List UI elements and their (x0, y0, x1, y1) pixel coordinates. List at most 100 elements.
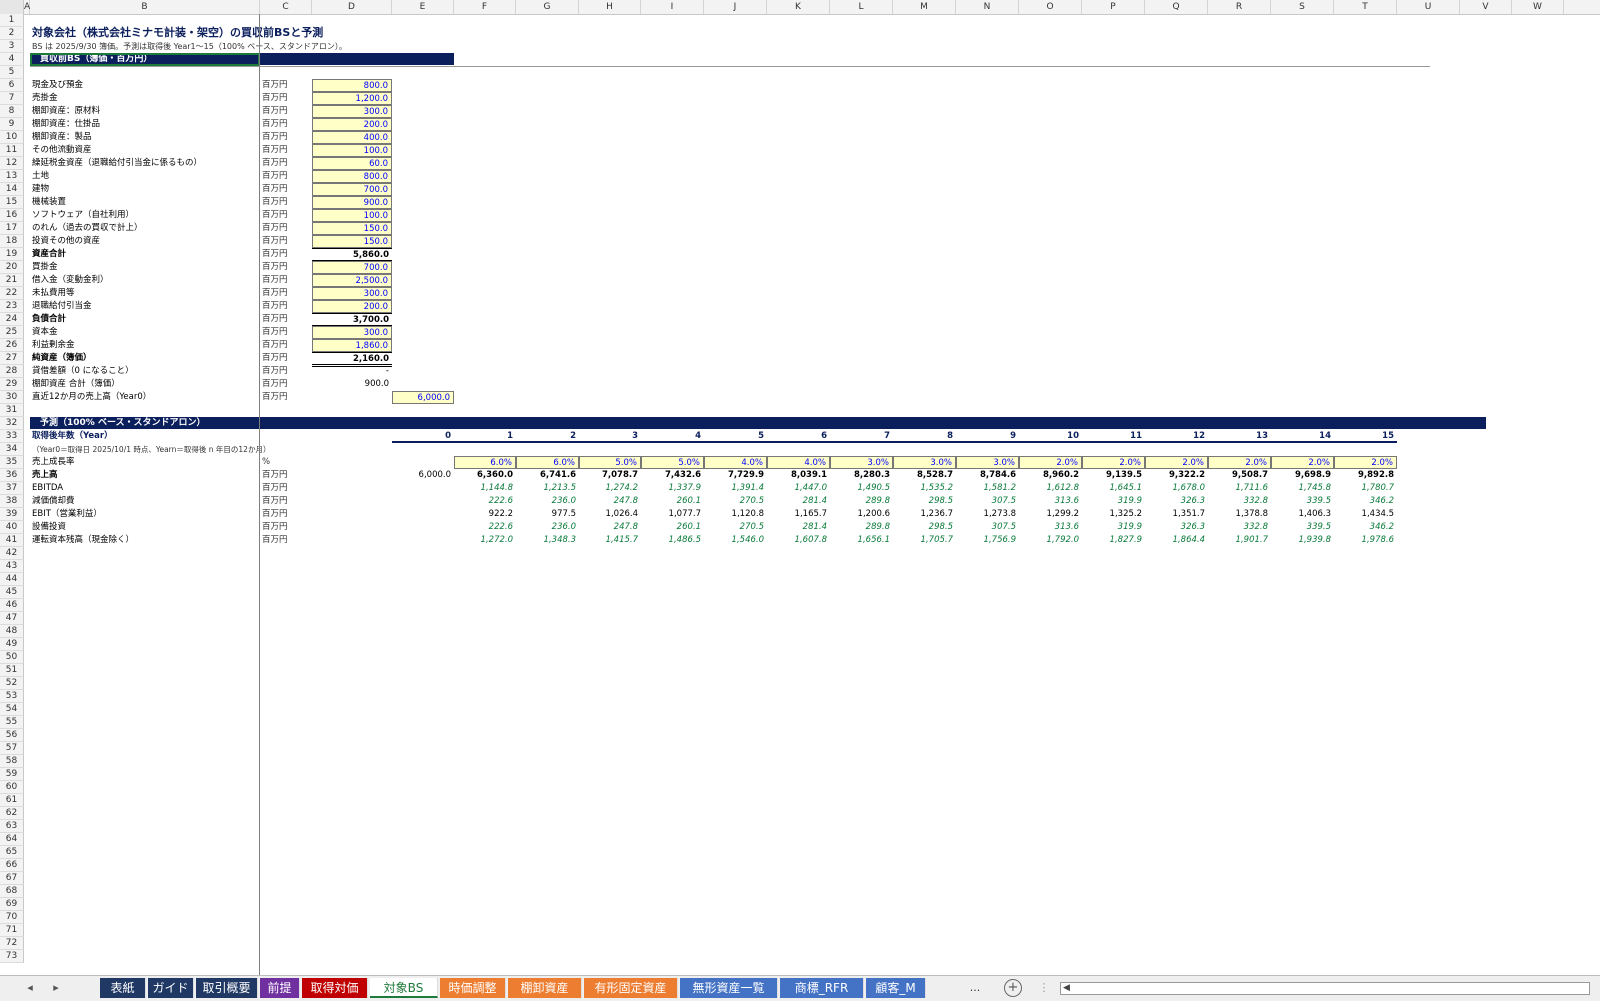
row-header[interactable]: 43 (0, 560, 24, 573)
column-header-J[interactable]: J (704, 0, 767, 14)
row-header[interactable]: 51 (0, 664, 24, 677)
row-header[interactable]: 45 (0, 586, 24, 599)
sheet-tab[interactable]: 対象BS (370, 978, 438, 998)
bs-input-cell[interactable]: 300.0 (312, 105, 392, 118)
row-header[interactable]: 66 (0, 859, 24, 872)
row-header[interactable]: 33 (0, 430, 24, 443)
column-header-C[interactable]: C (260, 0, 312, 14)
growth-input-cell[interactable]: 2.0% (1271, 456, 1334, 469)
row-header[interactable]: 13 (0, 170, 24, 183)
column-header-R[interactable]: R (1208, 0, 1271, 14)
column-header-D[interactable]: D (312, 0, 392, 14)
column-header-T[interactable]: T (1334, 0, 1397, 14)
row-header[interactable]: 55 (0, 716, 24, 729)
row-header[interactable]: 35 (0, 456, 24, 469)
sheet-tab[interactable]: 取得対価 (302, 978, 368, 998)
row-header[interactable]: 11 (0, 144, 24, 157)
column-header-W[interactable]: W (1512, 0, 1564, 14)
tab-scroll-right-icon[interactable]: ▸ (48, 980, 64, 996)
row-header[interactable]: 2 (0, 27, 24, 40)
row-header[interactable]: 1 (0, 14, 24, 27)
row-header[interactable]: 46 (0, 599, 24, 612)
column-header-K[interactable]: K (767, 0, 830, 14)
sheet-tab[interactable]: 有形固定資産 (584, 978, 678, 998)
column-header-N[interactable]: N (956, 0, 1019, 14)
column-header-I[interactable]: I (641, 0, 704, 14)
sheet-tab[interactable]: 無形資産一覧 (680, 978, 778, 998)
column-header-F[interactable]: F (454, 0, 516, 14)
row-header[interactable]: 14 (0, 183, 24, 196)
bs-input-cell[interactable]: 700.0 (312, 183, 392, 196)
row-header[interactable]: 32 (0, 417, 24, 430)
growth-input-cell[interactable]: 3.0% (956, 456, 1019, 469)
growth-input-cell[interactable]: 5.0% (641, 456, 704, 469)
bs-input-cell[interactable]: 900.0 (312, 196, 392, 209)
row-header[interactable]: 54 (0, 703, 24, 716)
column-header-U[interactable]: U (1397, 0, 1460, 14)
row-header[interactable]: 7 (0, 92, 24, 105)
active-cell-B4[interactable] (30, 53, 260, 66)
row-header[interactable]: 25 (0, 326, 24, 339)
row-header[interactable]: 63 (0, 820, 24, 833)
column-header-L[interactable]: L (830, 0, 893, 14)
sheet-tab[interactable]: 商標_RFR (780, 978, 864, 998)
bs-input-cell[interactable]: 60.0 (312, 157, 392, 170)
row-header[interactable]: 42 (0, 547, 24, 560)
row-header[interactable]: 37 (0, 482, 24, 495)
bs-input-cell[interactable]: 2,500.0 (312, 274, 392, 287)
bs-input-cell[interactable]: 100.0 (312, 144, 392, 157)
row-header[interactable]: 36 (0, 469, 24, 482)
row-header[interactable]: 28 (0, 365, 24, 378)
row-header[interactable]: 47 (0, 612, 24, 625)
row-header[interactable]: 52 (0, 677, 24, 690)
row-header[interactable]: 44 (0, 573, 24, 586)
growth-input-cell[interactable]: 3.0% (830, 456, 893, 469)
row-header[interactable]: 16 (0, 209, 24, 222)
row-header[interactable]: 31 (0, 404, 24, 417)
growth-input-cell[interactable]: 6.0% (516, 456, 579, 469)
column-header-E[interactable]: E (392, 0, 454, 14)
row-header[interactable]: 15 (0, 196, 24, 209)
row-header[interactable]: 8 (0, 105, 24, 118)
growth-input-cell[interactable]: 2.0% (1208, 456, 1271, 469)
row-header[interactable]: 27 (0, 352, 24, 365)
row-header[interactable]: 4 (0, 53, 24, 66)
row-header[interactable]: 3 (0, 40, 24, 53)
select-all-corner[interactable] (0, 0, 24, 14)
row-header[interactable]: 59 (0, 768, 24, 781)
row-header[interactable]: 62 (0, 807, 24, 820)
sheet-tab[interactable]: 表紙 (100, 978, 146, 998)
column-header-P[interactable]: P (1082, 0, 1145, 14)
column-header-Q[interactable]: Q (1145, 0, 1208, 14)
row-header[interactable]: 70 (0, 911, 24, 924)
bs-input-cell[interactable]: 700.0 (312, 261, 392, 274)
sheet-tab[interactable]: 棚卸資産 (508, 978, 582, 998)
bs-input-cell[interactable]: 6,000.0 (392, 391, 454, 404)
row-header[interactable]: 56 (0, 729, 24, 742)
row-header[interactable]: 18 (0, 235, 24, 248)
row-header[interactable]: 58 (0, 755, 24, 768)
row-header[interactable]: 48 (0, 625, 24, 638)
row-header[interactable]: 34 (0, 443, 24, 456)
bs-input-cell[interactable]: 150.0 (312, 235, 392, 248)
row-header[interactable]: 40 (0, 521, 24, 534)
bs-input-cell[interactable]: 400.0 (312, 131, 392, 144)
row-header[interactable]: 19 (0, 248, 24, 261)
bs-input-cell[interactable]: 200.0 (312, 118, 392, 131)
bs-input-cell[interactable]: 1,860.0 (312, 339, 392, 352)
row-header[interactable]: 64 (0, 833, 24, 846)
growth-input-cell[interactable]: 2.0% (1082, 456, 1145, 469)
column-header-V[interactable]: V (1460, 0, 1512, 14)
bs-input-cell[interactable]: 150.0 (312, 222, 392, 235)
row-header[interactable]: 53 (0, 690, 24, 703)
sheet-tab[interactable]: 顧客_M (866, 978, 926, 998)
bs-input-cell[interactable]: 200.0 (312, 300, 392, 313)
column-header-O[interactable]: O (1019, 0, 1082, 14)
sheet-tab[interactable]: 取引概要 (196, 978, 258, 998)
growth-input-cell[interactable]: 2.0% (1145, 456, 1208, 469)
bs-input-cell[interactable]: 1,200.0 (312, 92, 392, 105)
row-header[interactable]: 29 (0, 378, 24, 391)
row-header[interactable]: 49 (0, 638, 24, 651)
growth-input-cell[interactable]: 2.0% (1019, 456, 1082, 469)
growth-input-cell[interactable]: 6.0% (454, 456, 516, 469)
